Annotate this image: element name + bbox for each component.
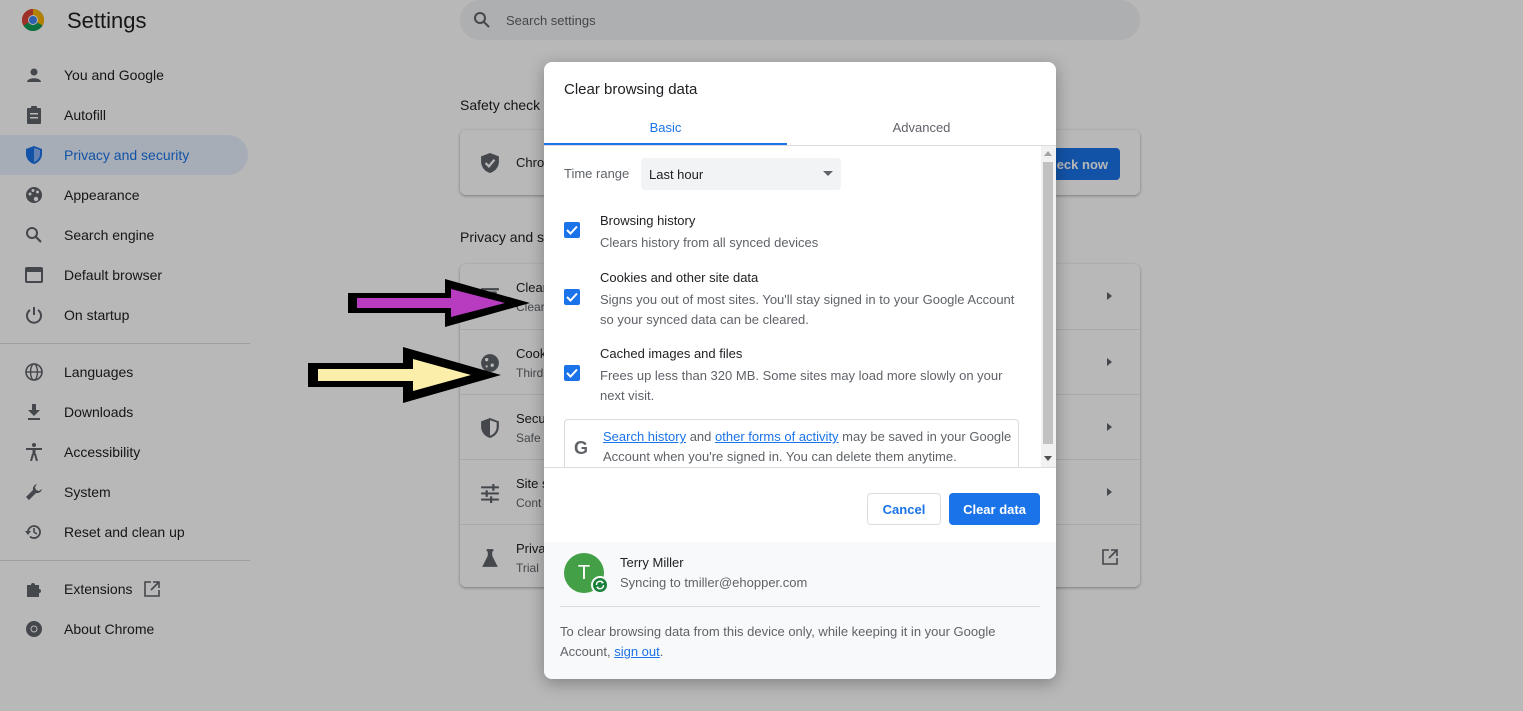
clear-browsing-data-dialog: Clear browsing data Basic Advanced Time …	[544, 62, 1056, 679]
yellow-arrow-annotation	[308, 347, 501, 403]
dialog-tabs: Basic Advanced	[544, 108, 1056, 146]
dialog-body: Time range Last hour Browsing history Cl…	[544, 146, 1056, 468]
clear-data-button[interactable]: Clear data	[949, 493, 1040, 525]
sign-out-link[interactable]: sign out	[614, 644, 660, 659]
browsing-history-checkbox[interactable]	[564, 222, 580, 238]
account-name: Terry Miller	[620, 555, 684, 570]
option-title: Cached images and files	[600, 346, 743, 361]
search-history-link[interactable]: Search history	[603, 429, 686, 444]
option-description: Frees up less than 320 MB. Some sites ma…	[600, 368, 1003, 403]
sync-icon	[591, 576, 609, 594]
google-g-icon: G	[574, 438, 589, 458]
dialog-scrollbar[interactable]	[1041, 146, 1056, 467]
other-activity-link[interactable]: other forms of activity	[715, 429, 839, 444]
cookies-checkbox[interactable]	[564, 289, 580, 305]
scroll-up-arrow-icon[interactable]	[1044, 151, 1052, 156]
option-title: Cookies and other site data	[600, 270, 759, 285]
active-tab-indicator	[544, 143, 787, 145]
time-range-label: Time range	[564, 166, 630, 181]
dialog-title: Clear browsing data	[564, 81, 698, 98]
tab-advanced[interactable]: Advanced	[800, 108, 1043, 146]
option-description: Clears history from all synced devices	[600, 235, 819, 250]
google-activity-note: G Search history and other forms of acti…	[564, 419, 1019, 467]
account-sync-status: Syncing to tmiller@ehopper.com	[620, 575, 808, 590]
dropdown-arrow-icon	[823, 171, 833, 176]
google-note-text: Search history and other forms of activi…	[603, 427, 1013, 467]
checkmark-icon	[566, 292, 578, 302]
option-title: Browsing history	[600, 213, 696, 228]
sign-out-note-suffix: .	[659, 644, 664, 659]
checkmark-icon	[566, 368, 578, 378]
account-divider	[560, 606, 1040, 607]
cached-images-checkbox[interactable]	[564, 365, 580, 381]
purple-arrow-annotation	[348, 279, 530, 327]
option-description: Signs you out of most sites. You'll stay…	[600, 292, 1015, 327]
account-section: T Terry Miller Syncing to tmiller@ehoppe…	[544, 542, 1056, 679]
time-range-value: Last hour	[649, 166, 704, 182]
scrollbar-thumb[interactable]	[1043, 162, 1053, 444]
cancel-button[interactable]: Cancel	[867, 493, 941, 525]
tab-basic[interactable]: Basic	[544, 108, 787, 146]
sign-out-note: To clear browsing data from this device …	[560, 622, 1020, 662]
scroll-down-arrow-icon[interactable]	[1044, 456, 1052, 461]
checkmark-icon	[566, 225, 578, 235]
note-text-mid: and	[686, 429, 716, 444]
time-range-select[interactable]: Last hour	[641, 158, 841, 190]
